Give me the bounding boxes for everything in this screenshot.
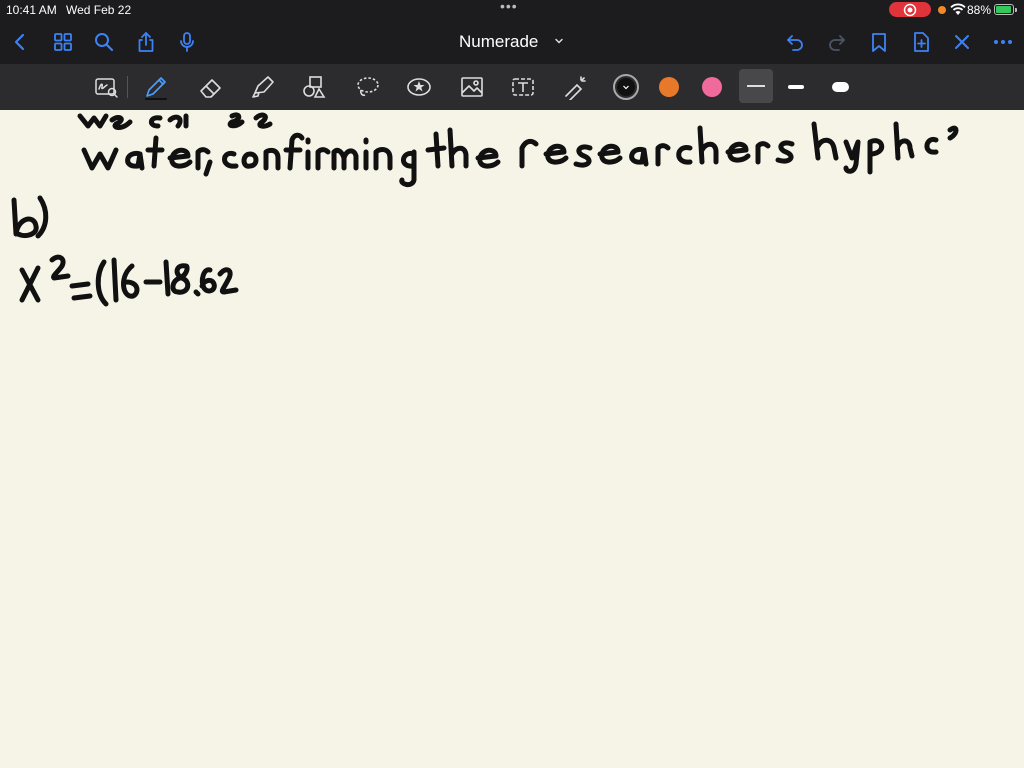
status-date: Wed Feb 22: [66, 3, 132, 17]
share-icon[interactable]: [134, 30, 158, 54]
highlighter-icon[interactable]: [249, 73, 277, 101]
lasso-icon[interactable]: [354, 73, 382, 101]
grid-icon[interactable]: [51, 30, 75, 54]
close-icon[interactable]: [950, 30, 974, 54]
text-icon[interactable]: [509, 73, 537, 101]
color-orange-swatch[interactable]: [659, 77, 679, 97]
pen-icon[interactable]: [142, 73, 170, 101]
undo-icon[interactable]: [783, 30, 807, 54]
laser-pointer-icon[interactable]: [561, 73, 589, 101]
sticker-icon[interactable]: [405, 73, 433, 101]
drawing-toolbar: [0, 64, 1024, 110]
microphone-icon[interactable]: [175, 30, 199, 54]
lasso-handwriting-icon[interactable]: [92, 73, 120, 101]
eraser-icon[interactable]: [197, 73, 225, 101]
shapes-icon[interactable]: [300, 73, 328, 101]
wifi-icon: [950, 3, 966, 15]
stroke-thick-icon: [832, 82, 849, 92]
redo-icon[interactable]: [825, 30, 849, 54]
add-page-icon[interactable]: [909, 30, 933, 54]
note-canvas[interactable]: [0, 110, 1024, 768]
back-icon[interactable]: [8, 30, 32, 54]
stroke-thin-button-selected[interactable]: [739, 69, 773, 103]
chevron-down-icon[interactable]: [553, 35, 565, 47]
stroke-medium-button[interactable]: [785, 80, 807, 94]
chevron-down-icon: [623, 85, 629, 90]
color-pink-swatch[interactable]: [702, 77, 722, 97]
multitask-dots[interactable]: •••: [500, 0, 518, 14]
color-black-swatch[interactable]: [613, 74, 639, 100]
battery-icon: [994, 4, 1017, 15]
stroke-thin-icon: [747, 85, 765, 87]
handwriting-layer: [11, 112, 959, 307]
status-bar: 10:41 AM Wed Feb 22 ••• 88%: [0, 0, 1024, 20]
mic-indicator-icon: [938, 6, 946, 14]
battery-percentage: 88%: [967, 3, 992, 17]
stroke-thick-button[interactable]: [829, 80, 853, 94]
toolbar-divider: [127, 76, 128, 98]
search-icon[interactable]: [92, 30, 116, 54]
more-icon[interactable]: [991, 30, 1015, 54]
document-title[interactable]: Numerade: [459, 32, 538, 52]
bookmark-icon[interactable]: [867, 30, 891, 54]
status-time: 10:41 AM: [6, 3, 57, 17]
screen-recording-icon[interactable]: [889, 2, 931, 17]
stroke-medium-icon: [788, 85, 804, 89]
navigation-bar: Numerade: [0, 20, 1024, 64]
image-icon[interactable]: [458, 73, 486, 101]
